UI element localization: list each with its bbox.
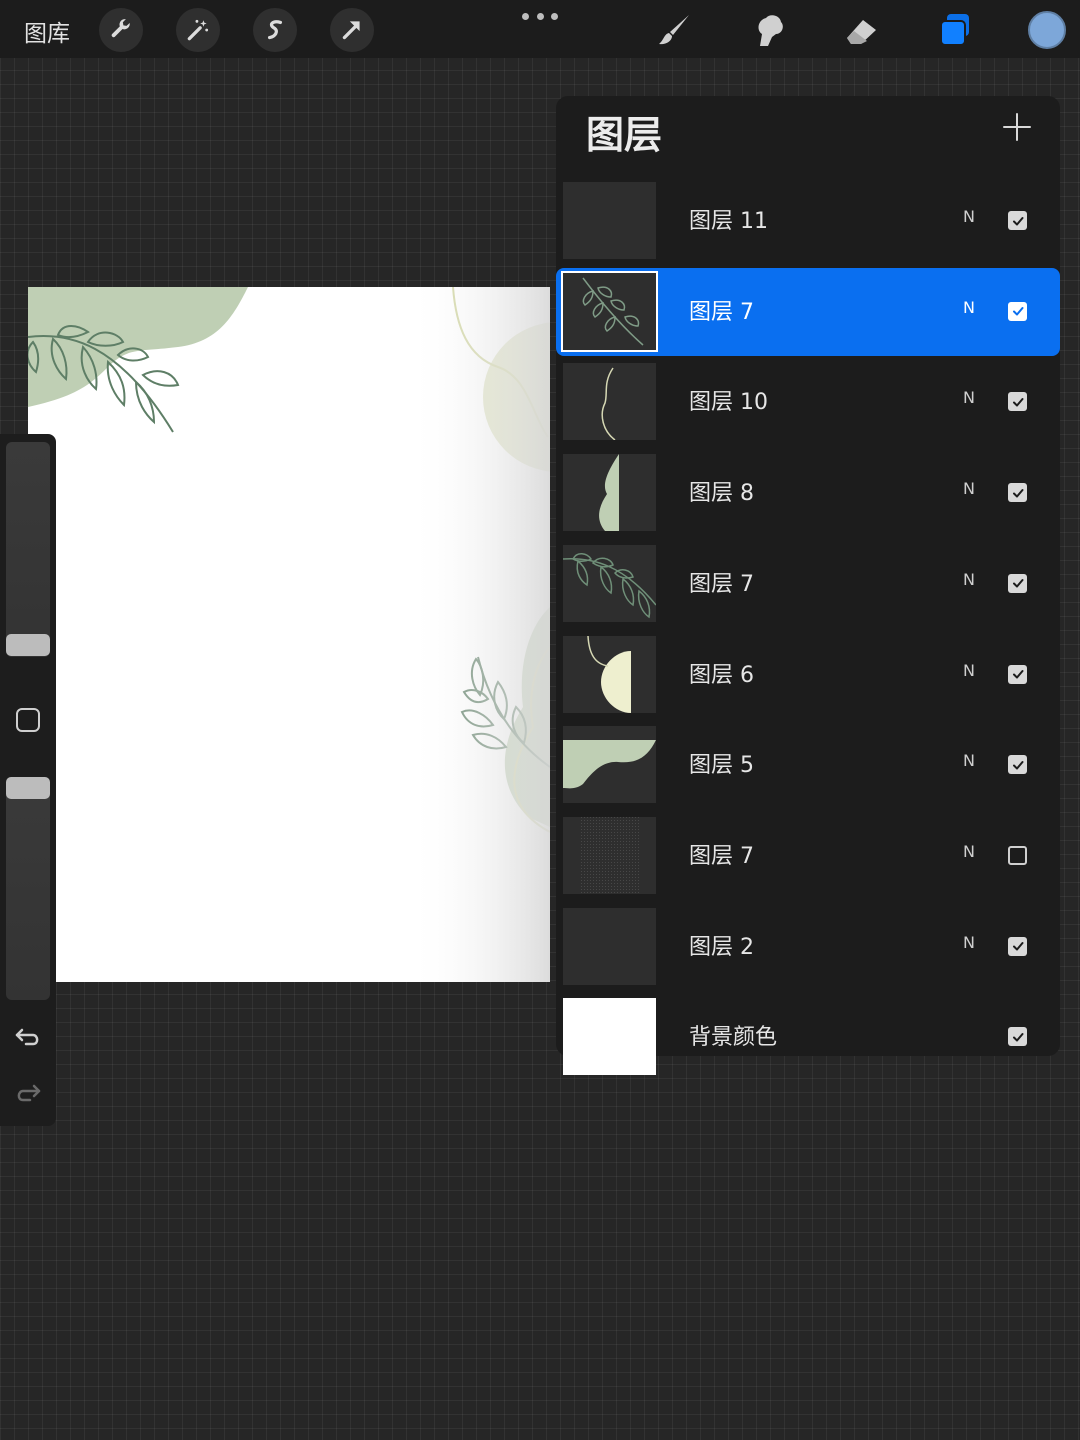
visibility-checkbox[interactable] [1008, 392, 1027, 412]
layer-row[interactable]: 图层 7 N [556, 812, 1060, 900]
blend-mode-button[interactable]: N [963, 298, 975, 317]
layer-row[interactable]: 图层 11 N [556, 177, 1060, 265]
layer-name: 图层 11 [689, 209, 768, 234]
checkmark-icon [1012, 670, 1023, 679]
layer-row[interactable]: 图层 7 N [556, 267, 1060, 356]
smudge-icon[interactable] [746, 8, 790, 52]
checkmark-icon [1012, 216, 1023, 225]
checkmark-icon [1012, 579, 1023, 588]
layer-row[interactable]: 图层 7 N [556, 540, 1060, 628]
layer-thumbnail [563, 544, 656, 622]
checkmark-icon [1012, 488, 1023, 498]
layer-thumbnail [563, 726, 656, 804]
layer-name: 图层 6 [689, 662, 754, 688]
layer-thumbnail [563, 454, 656, 532]
layer-name: 背景颜色 [689, 1025, 778, 1051]
blend-mode-button[interactable]: N [963, 933, 975, 952]
visibility-checkbox[interactable] [1008, 664, 1027, 684]
sage-blob [28, 287, 248, 407]
layers-panel: 图层 图层 11 N 图层 7 N 图层 10 N 图层 8 N 图层 7 N 图层 6 N 图层 5 N… [556, 96, 1060, 1076]
gallery-button[interactable]: 图库 [24, 14, 70, 48]
checkmark-icon [1012, 397, 1023, 407]
layer-thumbnail [563, 998, 656, 1076]
blend-mode-button[interactable]: N [963, 570, 975, 589]
top-toolbar: 图库 [0, 0, 1080, 58]
layer-name: 图层 7 [689, 299, 754, 325]
layer-row[interactable]: 背景颜色 [556, 993, 1060, 1081]
checkmark-icon [1012, 760, 1023, 770]
blend-mode-button[interactable]: N [963, 388, 975, 407]
layer-thumbnail [563, 907, 656, 985]
undo-icon[interactable] [14, 1022, 42, 1050]
layer-row[interactable]: 图层 5 N [556, 721, 1060, 809]
visibility-checkbox[interactable] [1008, 483, 1027, 503]
opacity-slider[interactable] [6, 778, 50, 1000]
opacity-handle[interactable] [6, 777, 50, 799]
checkmark-icon [1012, 942, 1023, 951]
checkmark-icon [1012, 1032, 1023, 1042]
layer-row[interactable]: 图层 10 N [556, 358, 1060, 446]
layer-name: 图层 7 [689, 571, 754, 597]
visibility-checkbox[interactable] [1008, 211, 1027, 230]
redo-icon[interactable] [14, 1078, 42, 1106]
layer-name: 图层 8 [689, 481, 754, 507]
layers-icon[interactable] [933, 8, 977, 52]
layer-name: 图层 7 [689, 843, 754, 869]
blend-mode-button[interactable]: N [963, 479, 975, 498]
visibility-checkbox[interactable] [1008, 936, 1027, 956]
blend-mode-button[interactable]: N [963, 207, 975, 226]
visibility-checkbox[interactable] [1008, 573, 1027, 593]
visibility-checkbox[interactable] [1008, 755, 1027, 775]
layer-row[interactable]: 图层 8 N [556, 449, 1060, 537]
panel-title: 图层 [586, 113, 663, 157]
layer-thumbnail [563, 635, 656, 713]
more-dots-icon[interactable] [522, 6, 558, 26]
layer-row[interactable]: 图层 6 N [556, 631, 1060, 719]
blend-mode-button[interactable]: N [963, 661, 975, 680]
selection-icon[interactable] [253, 8, 297, 52]
layer-thumbnail [561, 270, 658, 352]
layer-row[interactable]: 图层 2 N [556, 903, 1060, 991]
drawing-canvas[interactable] [28, 287, 550, 982]
layer-name: 图层 5 [689, 753, 754, 779]
brush-icon[interactable] [652, 8, 696, 52]
layer-thumbnail [563, 182, 656, 259]
color-swatch[interactable] [1028, 11, 1066, 49]
brush-size-handle[interactable] [6, 634, 50, 656]
artwork [28, 287, 550, 982]
visibility-checkbox[interactable] [1008, 845, 1027, 865]
layer-thumbnail [563, 363, 656, 441]
blend-mode-button[interactable]: N [963, 751, 975, 770]
layer-thumbnail [563, 816, 656, 894]
layer-name: 图层 2 [689, 934, 754, 960]
checkmark-icon [1012, 307, 1023, 316]
layer-name: 图层 10 [689, 390, 768, 416]
visibility-checkbox[interactable] [1008, 301, 1027, 321]
transform-arrow-icon[interactable] [330, 8, 374, 52]
plus-icon[interactable] [1000, 110, 1034, 144]
magic-wand-icon[interactable] [176, 8, 220, 52]
brush-size-slider[interactable] [6, 442, 50, 657]
modify-button-icon[interactable] [16, 708, 40, 732]
left-sidebar [0, 434, 56, 1126]
wrench-icon[interactable] [99, 8, 143, 52]
eraser-icon[interactable] [839, 8, 883, 52]
visibility-checkbox[interactable] [1008, 1027, 1027, 1047]
blend-mode-button[interactable]: N [963, 842, 975, 861]
